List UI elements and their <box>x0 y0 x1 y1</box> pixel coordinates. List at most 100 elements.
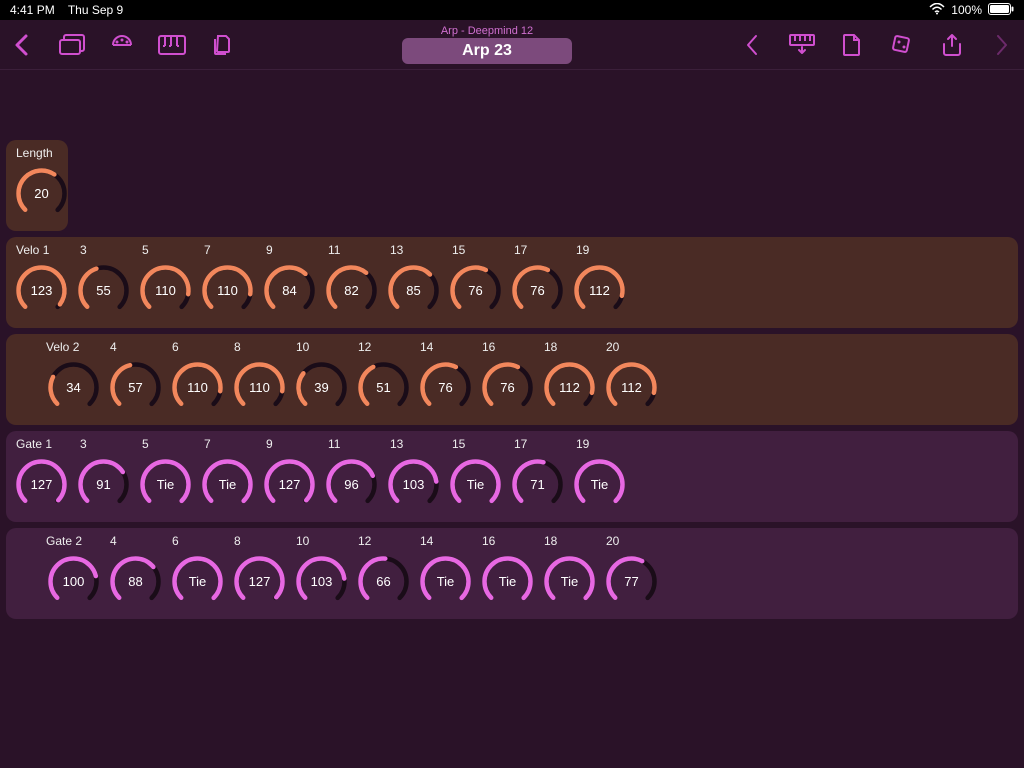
gate2-knob-10[interactable]: 77 <box>604 554 659 609</box>
gate1-knob-2-label: 91 <box>76 457 131 512</box>
gate1-knob-6-label: 96 <box>324 457 379 512</box>
velo1-knob-9[interactable]: 76 <box>510 263 565 318</box>
file-icon[interactable] <box>838 31 866 59</box>
status-date: Thu Sep 9 <box>68 3 123 17</box>
windows-icon[interactable] <box>58 31 86 59</box>
gate1-knob-8-label: Tie <box>448 457 503 512</box>
velo2-knob-7[interactable]: 76 <box>418 360 473 415</box>
gate1-knob-5[interactable]: 127 <box>262 457 317 512</box>
gate2-knob-3-label: Tie <box>170 554 225 609</box>
length-section: Length 20 <box>6 140 68 231</box>
velo1-knob-5[interactable]: 84 <box>262 263 317 318</box>
gate2-knob-3[interactable]: Tie <box>170 554 225 609</box>
step-number: 11 <box>326 243 388 257</box>
velo1-knob-1[interactable]: 123 <box>14 263 69 318</box>
velo1-knob-4[interactable]: 110 <box>200 263 255 318</box>
velo1-knob-2[interactable]: 55 <box>76 263 131 318</box>
velo2-knob-5-label: 39 <box>294 360 349 415</box>
velo2-knob-1[interactable]: 34 <box>46 360 101 415</box>
status-battery-pct: 100% <box>951 3 982 17</box>
gate1-knob-4[interactable]: Tie <box>200 457 255 512</box>
velo2-knob-5[interactable]: 39 <box>294 360 349 415</box>
gate1-knob-1[interactable]: 127 <box>14 457 69 512</box>
back-button[interactable] <box>8 31 36 59</box>
velo2-knob-8[interactable]: 76 <box>480 360 535 415</box>
gate1-knob-10-label: Tie <box>572 457 627 512</box>
keyboard-panel-icon[interactable] <box>788 31 816 59</box>
velo1-knob-10[interactable]: 112 <box>572 263 627 318</box>
gate1-knob-6[interactable]: 96 <box>324 457 379 512</box>
step-number: 11 <box>326 437 388 451</box>
gate2-knob-5[interactable]: 103 <box>294 554 349 609</box>
step-number: 19 <box>574 437 636 451</box>
velo1-knob-8[interactable]: 76 <box>448 263 503 318</box>
gate2-section: Gate 2 468101214161820 100 88 <box>6 528 1018 619</box>
step-number: 9 <box>264 437 326 451</box>
velo2-row: 34 57 110 <box>14 360 1010 415</box>
gate2-knob-1[interactable]: 100 <box>46 554 101 609</box>
documents-icon[interactable] <box>208 31 236 59</box>
velo1-knob-3[interactable]: 110 <box>138 263 193 318</box>
gate1-row: 127 91 Tie <box>14 457 1010 512</box>
velo1-knob-7[interactable]: 85 <box>386 263 441 318</box>
gate1-knob-8[interactable]: Tie <box>448 457 503 512</box>
gate2-knob-7[interactable]: Tie <box>418 554 473 609</box>
length-knob-label: 20 <box>14 166 69 221</box>
next-preset-button[interactable] <box>988 31 1016 59</box>
status-time: 4:41 PM <box>10 3 55 17</box>
length-knob[interactable]: 20 <box>14 166 69 221</box>
gate1-knob-9[interactable]: 71 <box>510 457 565 512</box>
preset-group-label: Arp - Deepmind 12 <box>441 25 533 37</box>
velo1-section: Velo 1 35791113151719 123 55 <box>6 237 1018 328</box>
battery-icon <box>988 3 1014 18</box>
gate1-knob-7-label: 103 <box>386 457 441 512</box>
piano-icon[interactable] <box>158 31 186 59</box>
velo1-knob-2-label: 55 <box>76 263 131 318</box>
prev-preset-button[interactable] <box>738 31 766 59</box>
gate1-knob-7[interactable]: 103 <box>386 457 441 512</box>
gate2-knob-9[interactable]: Tie <box>542 554 597 609</box>
velo1-knob-8-label: 76 <box>448 263 503 318</box>
gate2-knob-6[interactable]: 66 <box>356 554 411 609</box>
gate2-knob-4[interactable]: 127 <box>232 554 287 609</box>
gate1-knob-9-label: 71 <box>510 457 565 512</box>
gate2-knob-4-label: 127 <box>232 554 287 609</box>
velo2-knob-2[interactable]: 57 <box>108 360 163 415</box>
velo2-knob-10-label: 112 <box>604 360 659 415</box>
step-number: 15 <box>450 243 512 257</box>
step-number: 7 <box>202 437 264 451</box>
toolbar: Arp - Deepmind 12 Arp 23 <box>0 20 1024 70</box>
velo2-knob-4-label: 110 <box>232 360 287 415</box>
toolbar-left <box>8 31 236 59</box>
step-number: 5 <box>140 437 202 451</box>
velo1-knob-6[interactable]: 82 <box>324 263 379 318</box>
step-number: 9 <box>264 243 326 257</box>
velo2-knob-9[interactable]: 112 <box>542 360 597 415</box>
gate2-knob-10-label: 77 <box>604 554 659 609</box>
midi-port-icon[interactable] <box>108 31 136 59</box>
gate2-knob-5-label: 103 <box>294 554 349 609</box>
dice-icon[interactable] <box>888 31 916 59</box>
gate2-knob-6-label: 66 <box>356 554 411 609</box>
step-number: 3 <box>78 437 140 451</box>
gate2-knob-1-label: 100 <box>46 554 101 609</box>
gate1-knob-4-label: Tie <box>200 457 255 512</box>
velo2-knob-2-label: 57 <box>108 360 163 415</box>
gate1-knob-2[interactable]: 91 <box>76 457 131 512</box>
velo2-knob-3[interactable]: 110 <box>170 360 225 415</box>
velo2-knob-10[interactable]: 112 <box>604 360 659 415</box>
gate2-knob-8[interactable]: Tie <box>480 554 535 609</box>
preset-title[interactable]: Arp 23 <box>402 38 572 64</box>
gate2-knob-7-label: Tie <box>418 554 473 609</box>
gate2-knob-2[interactable]: 88 <box>108 554 163 609</box>
velo2-knob-6[interactable]: 51 <box>356 360 411 415</box>
velo2-knob-4[interactable]: 110 <box>232 360 287 415</box>
gate1-knob-3-label: Tie <box>138 457 193 512</box>
step-number: 7 <box>202 243 264 257</box>
velo2-knob-7-label: 76 <box>418 360 473 415</box>
velo1-knob-5-label: 84 <box>262 263 317 318</box>
gate1-knob-10[interactable]: Tie <box>572 457 627 512</box>
share-icon[interactable] <box>938 31 966 59</box>
status-right: 100% <box>929 3 1014 18</box>
gate1-knob-3[interactable]: Tie <box>138 457 193 512</box>
